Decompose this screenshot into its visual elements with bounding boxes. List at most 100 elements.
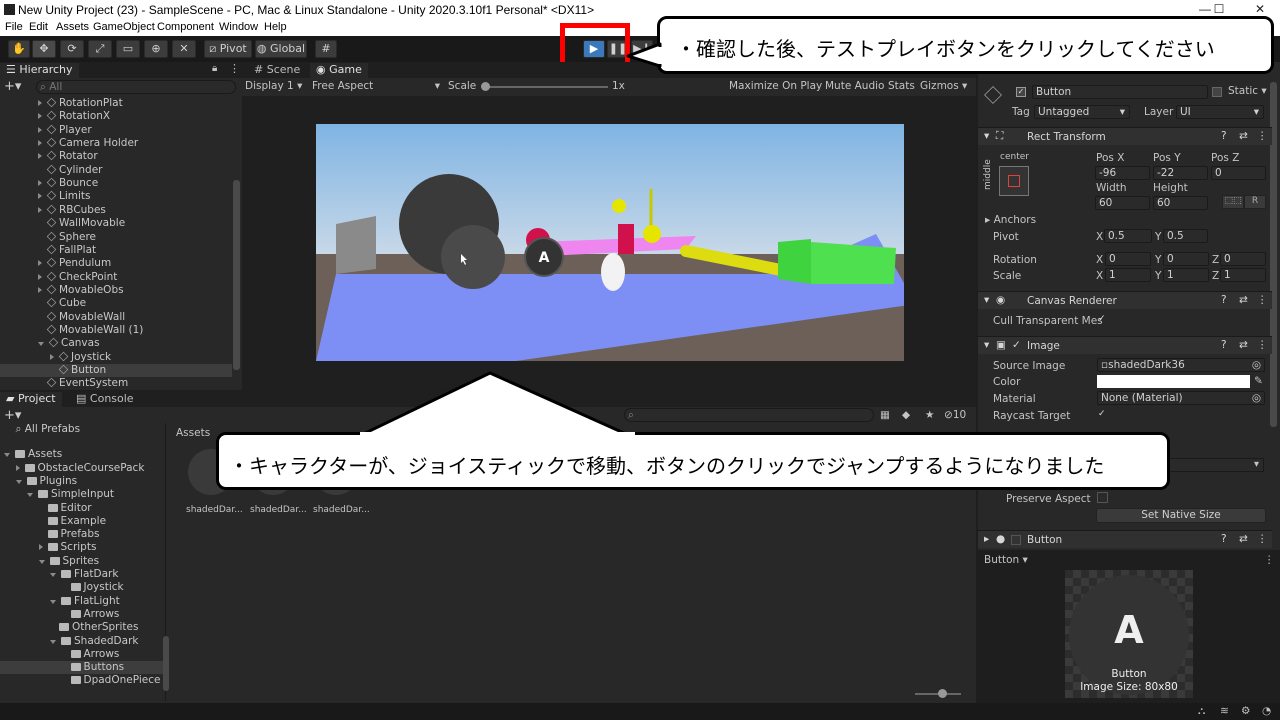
lock-icon[interactable]: 🔒︎ — [212, 63, 217, 74]
foldout-arrow-icon[interactable] — [38, 273, 42, 280]
snap-grid-icon[interactable]: # — [315, 40, 337, 58]
rect-transform-header[interactable]: ▾ ⛶ Rect Transform ? ⇄ ⋮ — [978, 127, 1272, 145]
scale-z-field[interactable]: 1 — [1220, 268, 1266, 282]
hierarchy-item[interactable]: Limits — [0, 190, 232, 203]
foldout-arrow-icon[interactable] — [38, 260, 42, 267]
foldout-arrow-icon[interactable] — [38, 153, 42, 160]
button-menu-icon[interactable]: ⋮ — [1257, 533, 1268, 545]
foldout-arrow-icon[interactable] — [38, 286, 42, 293]
hierarchy-item[interactable]: FallPlat — [0, 244, 232, 257]
rotation-y-field[interactable]: 0 — [1163, 252, 1209, 266]
foldout-arrow-icon[interactable] — [15, 464, 20, 471]
foldout-arrow-icon[interactable] — [38, 206, 42, 213]
foldout-arrow-icon[interactable] — [38, 559, 45, 564]
hierarchy-search-input[interactable]: ⌕ All — [36, 80, 236, 94]
menu-component[interactable]: Component — [157, 21, 214, 33]
global-toggle[interactable]: ◍ Global — [255, 40, 307, 58]
width-field[interactable]: 60 — [1095, 196, 1150, 210]
hierarchy-item[interactable]: Cylinder — [0, 164, 232, 177]
source-image-field[interactable]: ▫shadedDark36 ◎ — [1097, 358, 1265, 372]
raw-edit-button[interactable]: R — [1244, 195, 1266, 209]
foldout-arrow-icon[interactable] — [50, 599, 56, 604]
button-preset-icon[interactable]: ⇄ — [1239, 533, 1248, 545]
image-preset-icon[interactable]: ⇄ — [1239, 339, 1248, 351]
move-tool-icon[interactable]: ✥ — [32, 40, 56, 58]
button-component-header[interactable]: ▸ ● Button ? ⇄ ⋮ — [978, 530, 1272, 548]
help-icon[interactable]: ? — [1221, 130, 1227, 142]
canvas-help-icon[interactable]: ? — [1221, 294, 1227, 306]
preview-menu-icon[interactable]: ⋮ — [1264, 554, 1275, 566]
preset-icon[interactable]: ⇄ — [1239, 130, 1248, 142]
aspect-dropdown[interactable]: Free Aspect ▾ — [312, 80, 440, 92]
component-menu-icon[interactable]: ⋮ — [1257, 130, 1268, 142]
canvas-renderer-header[interactable]: ▾ ◉ Canvas Renderer ? ⇄ ⋮ — [978, 291, 1272, 309]
foldout-arrow-icon[interactable] — [50, 639, 56, 644]
asset-name-1[interactable]: shadedDar... — [186, 505, 243, 515]
static-checkbox[interactable] — [1212, 87, 1222, 97]
image-header[interactable]: ▾ ▣ ✓ Image ? ⇄ ⋮ — [978, 336, 1272, 354]
canvas-preset-icon[interactable]: ⇄ — [1239, 294, 1248, 306]
pos-x-field[interactable]: -96 — [1095, 166, 1150, 180]
tab-project[interactable]: ▰ Project — [0, 392, 62, 407]
rotation-x-field[interactable]: 0 — [1105, 252, 1151, 266]
active-checkbox[interactable]: ✓ — [1016, 87, 1026, 97]
foldout-arrow-icon[interactable] — [38, 544, 43, 551]
pos-y-field[interactable]: -22 — [1153, 166, 1208, 180]
thumbnail-size-handle[interactable] — [938, 689, 947, 698]
layers-icon[interactable]: ≋ — [1220, 705, 1229, 717]
foldout-arrow-icon[interactable] — [38, 180, 42, 187]
pivot-y-field[interactable]: 0.5 — [1163, 229, 1208, 243]
project-add-icon[interactable]: +▾ — [4, 408, 21, 423]
preserve-aspect-checkbox[interactable] — [1097, 492, 1108, 503]
hierarchy-item[interactable]: RotationPlat — [0, 97, 232, 110]
hierarchy-item[interactable]: MovableObs — [0, 284, 232, 297]
hierarchy-item[interactable]: Rotator — [0, 150, 232, 163]
material-field[interactable]: None (Material) ◎ — [1097, 391, 1265, 405]
menu-assets[interactable]: Assets — [56, 21, 89, 33]
object-picker-icon[interactable]: ◎ — [1252, 359, 1261, 371]
hierarchy-item[interactable]: MovableWall — [0, 311, 232, 324]
project-tree-item[interactable]: Plugins — [0, 475, 163, 488]
hand-tool-icon[interactable]: ✋ — [8, 40, 30, 58]
anchor-preset-button[interactable] — [999, 166, 1029, 196]
rotate-tool-icon[interactable]: ⟳ — [60, 40, 84, 58]
foldout-arrow-icon[interactable] — [38, 140, 42, 147]
tag-dropdown[interactable]: Untagged ▾ — [1034, 105, 1130, 119]
more-menu-icon[interactable]: ⋮ — [229, 62, 240, 75]
rect-tool-icon[interactable]: ▭ — [116, 40, 140, 58]
image-help-icon[interactable]: ? — [1221, 339, 1227, 351]
hierarchy-item[interactable]: Bounce — [0, 177, 232, 190]
hierarchy-item[interactable]: Camera Holder — [0, 137, 232, 150]
menu-file[interactable]: File — [5, 21, 23, 33]
bug-icon[interactable]: ⚙ — [1241, 705, 1250, 717]
project-tree-item[interactable]: ⌕ All Prefabs — [0, 423, 163, 436]
favorite-icon[interactable]: ★ — [925, 409, 934, 421]
custom-tool-icon[interactable]: ✕ — [172, 40, 196, 58]
progress-icon[interactable]: ◔ — [1262, 705, 1271, 717]
canvas-menu-icon[interactable]: ⋮ — [1257, 294, 1268, 306]
mute-audio-toggle[interactable]: Mute Audio — [825, 80, 884, 92]
layer-dropdown[interactable]: UI ▾ — [1176, 105, 1264, 119]
raycast-target-checkbox[interactable]: ✓ — [1098, 410, 1108, 420]
foldout-arrow-icon[interactable] — [4, 453, 10, 458]
asset-name-3[interactable]: shadedDar... — [313, 505, 370, 515]
project-tree-item[interactable]: OtherSprites — [0, 621, 163, 634]
height-field[interactable]: 60 — [1153, 196, 1208, 210]
hierarchy-item[interactable]: Pendulum — [0, 257, 232, 270]
material-picker-icon[interactable]: ◎ — [1252, 392, 1261, 404]
blueprint-mode-button[interactable]: ⬚⬚ — [1222, 195, 1244, 209]
add-icon[interactable]: +▾ — [4, 79, 21, 94]
filter-type-icon[interactable]: ▦ — [880, 409, 890, 421]
eyedropper-icon[interactable]: ✎ — [1254, 375, 1263, 387]
hierarchy-item[interactable]: CheckPoint — [0, 271, 232, 284]
stats-toggle[interactable]: Stats — [888, 80, 915, 92]
button-help-icon[interactable]: ? — [1221, 533, 1227, 545]
project-search-input[interactable]: ⌕ — [624, 408, 874, 422]
set-native-size-button[interactable]: Set Native Size — [1096, 508, 1266, 523]
project-breadcrumb[interactable]: Assets — [176, 427, 210, 439]
project-tree-item[interactable]: Joystick — [0, 581, 163, 594]
menu-gameobject[interactable]: GameObject — [93, 21, 155, 33]
foldout-arrow-icon[interactable] — [27, 493, 33, 498]
project-tree-item[interactable]: ShadedDark — [0, 635, 163, 648]
project-tree-item[interactable]: Arrows — [0, 608, 163, 621]
